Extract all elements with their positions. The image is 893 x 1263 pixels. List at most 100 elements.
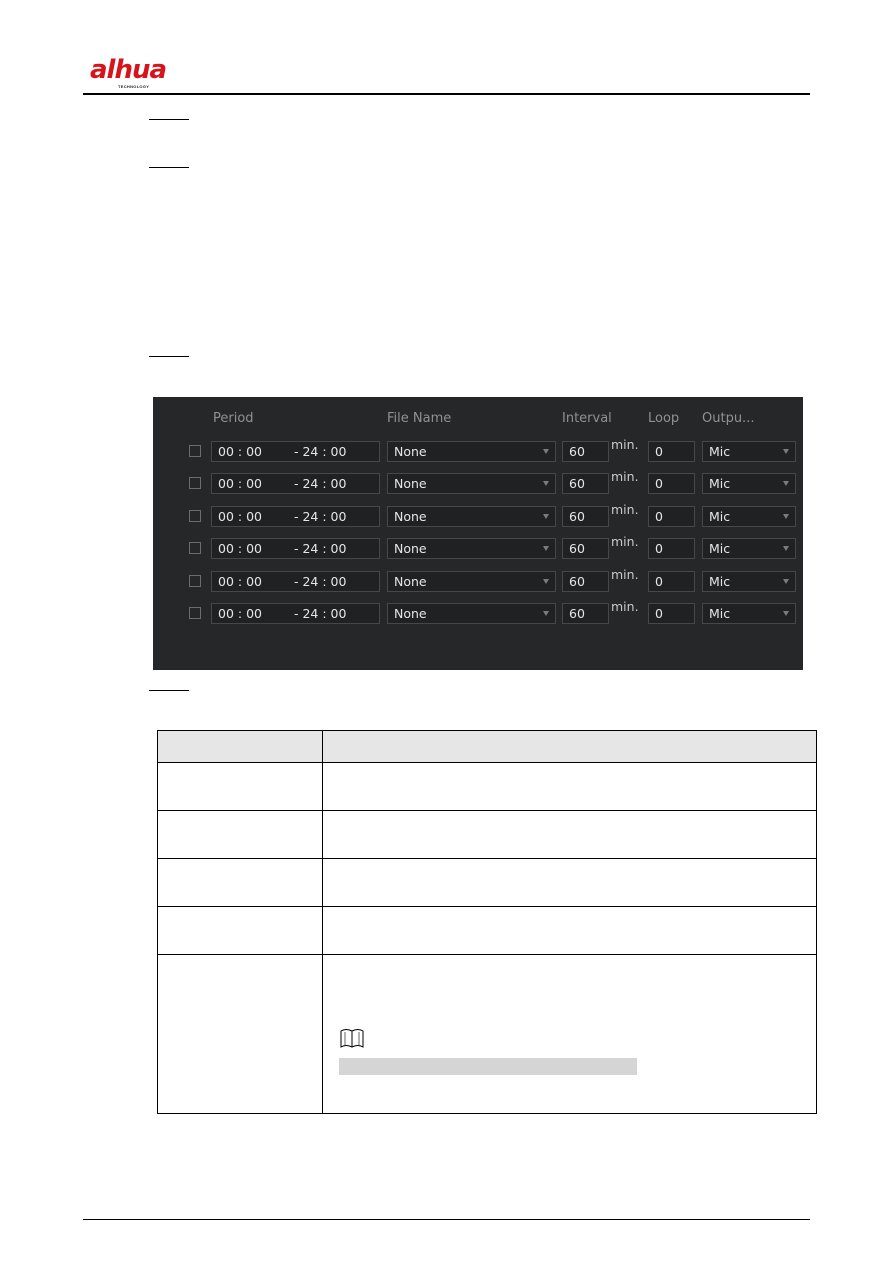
period-end-time[interactable]: - 24 : 00 <box>294 474 346 493</box>
note-book-icon <box>340 1029 364 1048</box>
loop-input[interactable]: 0 <box>648 506 695 527</box>
file-name-value: None <box>394 476 427 491</box>
loop-input[interactable]: 0 <box>648 571 695 592</box>
interval-input[interactable]: 60 <box>562 603 609 624</box>
output-value: Mic <box>709 606 731 621</box>
table-cell-parameter <box>157 762 323 811</box>
file-name-dropdown[interactable]: None <box>387 441 556 462</box>
file-name-dropdown[interactable]: None <box>387 506 556 527</box>
file-name-dropdown[interactable]: None <box>387 603 556 624</box>
output-dropdown[interactable]: Mic <box>702 538 796 559</box>
period-end-time[interactable]: - 24 : 00 <box>294 507 346 526</box>
interval-input[interactable]: 60 <box>562 473 609 494</box>
period-input[interactable]: 00 : 00 - 24 : 00 <box>211 603 380 624</box>
table-cell-parameter <box>157 906 323 955</box>
period-end-time[interactable]: - 24 : 00 <box>294 442 346 461</box>
chevron-down-icon <box>783 481 789 486</box>
footer-divider <box>83 1219 810 1220</box>
period-end-time[interactable]: - 24 : 00 <box>294 539 346 558</box>
period-end-time[interactable]: - 24 : 00 <box>294 572 346 591</box>
file-name-dropdown[interactable]: None <box>387 538 556 559</box>
interval-input[interactable]: 60 <box>562 441 609 462</box>
period-input[interactable]: 00 : 00 - 24 : 00 <box>211 473 380 494</box>
chevron-down-icon <box>783 579 789 584</box>
output-dropdown[interactable]: Mic <box>702 473 796 494</box>
schedule-row: 00 : 00 - 24 : 00 None 60 min. 0 Mic <box>153 469 803 495</box>
step-marker-4 <box>149 690 189 691</box>
interval-input[interactable]: 60 <box>562 571 609 592</box>
period-input[interactable]: 00 : 00 - 24 : 00 <box>211 571 380 592</box>
period-start-time[interactable]: 00 : 00 <box>218 604 262 623</box>
period-input[interactable]: 00 : 00 - 24 : 00 <box>211 441 380 462</box>
interval-unit-label: min. <box>611 469 639 484</box>
chevron-down-icon <box>543 449 549 454</box>
period-input[interactable]: 00 : 00 - 24 : 00 <box>211 506 380 527</box>
output-value: Mic <box>709 476 731 491</box>
column-header-file-name: File Name <box>387 411 452 426</box>
row-enable-checkbox[interactable] <box>189 542 201 554</box>
interval-unit-label: min. <box>611 567 639 582</box>
row-enable-checkbox[interactable] <box>189 510 201 522</box>
schedule-row: 00 : 00 - 24 : 00 None 60 min. 0 Mic <box>153 534 803 560</box>
output-value: Mic <box>709 444 731 459</box>
table-cell-description <box>322 858 817 907</box>
interval-unit-label: min. <box>611 599 639 614</box>
schedule-row: 00 : 00 - 24 : 00 None 60 min. 0 Mic <box>153 437 803 463</box>
table-cell-description <box>322 762 817 811</box>
row-enable-checkbox[interactable] <box>189 445 201 457</box>
period-start-time[interactable]: 00 : 00 <box>218 442 262 461</box>
table-cell-description <box>322 954 817 1114</box>
logo-wordmark: alhua <box>90 55 167 85</box>
period-start-time[interactable]: 00 : 00 <box>218 572 262 591</box>
loop-input[interactable]: 0 <box>648 441 695 462</box>
interval-unit-label: min. <box>611 502 639 517</box>
table-cell-parameter <box>157 810 323 859</box>
period-start-time[interactable]: 00 : 00 <box>218 507 262 526</box>
column-header-output: Outpu... <box>702 411 755 426</box>
chevron-down-icon <box>543 514 549 519</box>
interval-input[interactable]: 60 <box>562 506 609 527</box>
row-enable-checkbox[interactable] <box>189 575 201 587</box>
table-row <box>157 858 817 907</box>
chevron-down-icon <box>543 611 549 616</box>
output-value: Mic <box>709 541 731 556</box>
audio-schedule-panel: Period File Name Interval Loop Outpu... … <box>153 397 803 670</box>
chevron-down-icon <box>543 546 549 551</box>
logo-subtext: TECHNOLOGY <box>118 84 150 89</box>
step-marker-2 <box>149 167 189 168</box>
table-cell-parameter <box>157 858 323 907</box>
step-marker-1 <box>149 119 189 120</box>
output-dropdown[interactable]: Mic <box>702 441 796 462</box>
file-name-dropdown[interactable]: None <box>387 571 556 592</box>
file-name-value: None <box>394 574 427 589</box>
table-header-description <box>322 730 817 763</box>
row-enable-checkbox[interactable] <box>189 607 201 619</box>
header-divider <box>83 93 810 95</box>
chevron-down-icon <box>783 514 789 519</box>
table-header-parameter <box>157 730 323 763</box>
loop-input[interactable]: 0 <box>648 603 695 624</box>
period-input[interactable]: 00 : 00 - 24 : 00 <box>211 538 380 559</box>
loop-input[interactable]: 0 <box>648 473 695 494</box>
loop-input[interactable]: 0 <box>648 538 695 559</box>
table-row <box>157 906 817 955</box>
interval-unit-label: min. <box>611 437 639 452</box>
table-cell-parameter <box>157 954 323 1114</box>
step-marker-3 <box>149 356 189 357</box>
output-dropdown[interactable]: Mic <box>702 603 796 624</box>
file-name-value: None <box>394 509 427 524</box>
period-start-time[interactable]: 00 : 00 <box>218 539 262 558</box>
output-value: Mic <box>709 574 731 589</box>
output-dropdown[interactable]: Mic <box>702 506 796 527</box>
interval-input[interactable]: 60 <box>562 538 609 559</box>
table-cell-description <box>322 810 817 859</box>
file-name-value: None <box>394 541 427 556</box>
output-dropdown[interactable]: Mic <box>702 571 796 592</box>
row-enable-checkbox[interactable] <box>189 477 201 489</box>
brand-logo: alhua TECHNOLOGY <box>90 56 190 90</box>
period-end-time[interactable]: - 24 : 00 <box>294 604 346 623</box>
output-value: Mic <box>709 509 731 524</box>
period-start-time[interactable]: 00 : 00 <box>218 474 262 493</box>
chevron-down-icon <box>783 546 789 551</box>
file-name-dropdown[interactable]: None <box>387 473 556 494</box>
